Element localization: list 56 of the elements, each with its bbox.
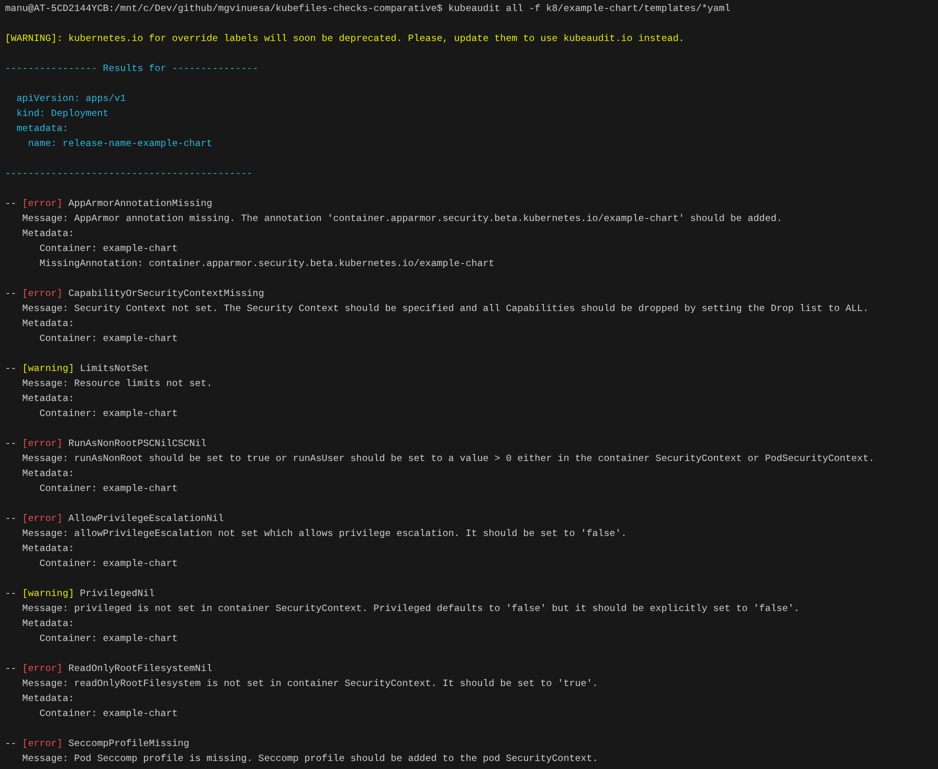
finding-message: Message: Resource limits not set.: [22, 377, 212, 391]
check-name: ReadOnlyRootFilesystemNil: [68, 662, 212, 676]
metadata-line: Container: example-chart: [40, 242, 178, 256]
severity-tag: [warning]: [22, 586, 74, 601]
check-name: SeccompProfileMissing: [68, 737, 190, 751]
metadata-line: Container: example-chart: [40, 707, 178, 721]
metadata-line: Container: example-chart: [40, 332, 178, 346]
finding-marker: --: [5, 512, 17, 526]
finding-marker: --: [5, 197, 17, 211]
check-name: AllowPrivilegeEscalationNil: [68, 512, 224, 526]
finding-message: Message: Pod Seccomp profile is missing. Seccomp profile should be added to the pod SecurityContext.: [22, 752, 598, 766]
metadata-line: MissingAnnotation: container.apparmor.security.beta.kubernetes.io/example-chart: [40, 257, 494, 271]
severity-tag: [error]: [22, 736, 63, 751]
finding-marker: --: [5, 437, 17, 451]
finding-message: Message: AppArmor annotation missing. The annotation 'container.apparmor.security.beta.kubernetes.io/example-chart' should be added.: [22, 212, 782, 226]
metadata-label: Metadata:: [22, 317, 74, 331]
severity-tag: [error]: [22, 286, 63, 301]
metadata-label: Metadata:: [22, 542, 74, 556]
metadata-label: Metadata:: [22, 692, 74, 706]
severity-tag: [warning]: [22, 361, 74, 376]
finding-marker: --: [5, 362, 17, 376]
metadata-label: Metadata:: [22, 392, 74, 406]
yaml-line: kind: Deployment: [16, 107, 109, 121]
yaml-line: name: release-name-example-chart: [28, 137, 212, 151]
metadata-line: Container: example-chart: [40, 557, 178, 571]
check-name: CapabilityOrSecurityContextMissing: [68, 287, 264, 301]
results-header: ---------------- Results for ---------------: [5, 62, 258, 76]
finding-message: Message: allowPrivilegeEscalation not set which allows privilege escalation. It should be set to 'false'.: [22, 527, 627, 541]
check-name: AppArmorAnnotationMissing: [68, 197, 212, 211]
finding-message: Message: readOnlyRootFilesystem is not set in container SecurityContext. It should be set to 'true'.: [22, 677, 598, 691]
severity-tag: [error]: [22, 511, 63, 526]
check-name: RunAsNonRootPSCNilCSCNil: [68, 437, 207, 451]
separator-text: -------------------------------------------: [5, 167, 253, 181]
finding-marker: --: [5, 287, 17, 301]
finding-message: Message: runAsNonRoot should be set to true or runAsUser should be set to a value > 0 either in the container SecurityContext or PodSecurityContext.: [22, 452, 874, 466]
severity-tag: [error]: [22, 196, 63, 211]
finding-marker: --: [5, 587, 17, 601]
severity-tag: [error]: [22, 436, 63, 451]
yaml-line: apiVersion: apps/v1: [16, 92, 126, 106]
check-name: LimitsNotSet: [80, 362, 149, 376]
finding-marker: --: [5, 662, 17, 676]
finding-message: Message: Security Context not set. The Security Context should be specified and all Capabilities should be dropped by setting the Drop list to ALL.: [22, 302, 869, 316]
command-text: kubeaudit all -f k8/example-chart/templates/*yaml: [448, 2, 730, 16]
finding-marker: --: [5, 737, 17, 751]
metadata-label: Metadata:: [22, 227, 74, 241]
warning-message: [WARNING]: kubernetes.io for override labels will soon be deprecated. Please, update them to use kubeaudit.io instead.: [5, 32, 684, 46]
finding-message: Message: privileged is not set in container SecurityContext. Privileged defaults to 'false' but it should be explicitly set to 'false'.: [22, 602, 800, 616]
metadata-line: Container: example-chart: [40, 407, 178, 421]
command-prompt: manu@AT-5CD2144YCB:/mnt/c/Dev/github/mgvinuesa/kubefiles-checks-comparative$: [5, 2, 443, 16]
check-name: PrivilegedNil: [80, 587, 155, 601]
metadata-label: Metadata:: [22, 467, 74, 481]
yaml-line: metadata:: [16, 122, 68, 136]
metadata-line: Container: example-chart: [40, 632, 178, 646]
metadata-label: Metadata:: [22, 617, 74, 631]
severity-tag: [error]: [22, 661, 63, 676]
metadata-line: Container: example-chart: [40, 482, 178, 496]
